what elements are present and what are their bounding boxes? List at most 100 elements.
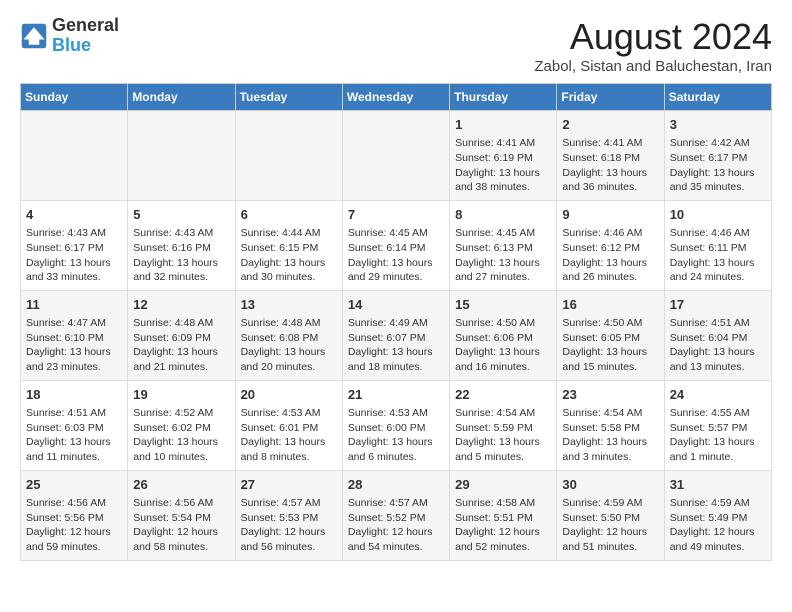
weekday-header-thursday: Thursday xyxy=(450,84,557,111)
calendar-cell: 1 Sunrise: 4:41 AM Sunset: 6:19 PM Daylig… xyxy=(450,111,557,201)
day-info: Sunrise: 4:57 AM Sunset: 5:53 PM Dayligh… xyxy=(241,497,326,553)
day-number: 16 xyxy=(562,296,658,314)
day-number: 23 xyxy=(562,386,658,404)
weekday-header-friday: Friday xyxy=(557,84,664,111)
day-info: Sunrise: 4:53 AM Sunset: 6:01 PM Dayligh… xyxy=(241,407,326,463)
calendar-cell: 10 Sunrise: 4:46 AM Sunset: 6:11 PM Dayli… xyxy=(664,200,771,290)
main-title: August 2024 xyxy=(534,16,772,58)
week-row-5: 25 Sunrise: 4:56 AM Sunset: 5:56 PM Dayli… xyxy=(21,470,772,560)
weekday-header-tuesday: Tuesday xyxy=(235,84,342,111)
day-number: 17 xyxy=(670,296,766,314)
day-info: Sunrise: 4:59 AM Sunset: 5:50 PM Dayligh… xyxy=(562,497,647,553)
day-number: 10 xyxy=(670,206,766,224)
day-number: 12 xyxy=(133,296,229,314)
day-number: 11 xyxy=(26,296,122,314)
day-number: 20 xyxy=(241,386,337,404)
calendar-cell: 28Sunrise: 4:57 AM Sunset: 5:52 PM Dayli… xyxy=(342,470,449,560)
day-number: 25 xyxy=(26,476,122,494)
day-info: Sunrise: 4:46 AM Sunset: 6:11 PM Dayligh… xyxy=(670,227,755,283)
calendar-cell: 15 Sunrise: 4:50 AM Sunset: 6:06 PM Dayli… xyxy=(450,290,557,380)
day-info: Sunrise: 4:53 AM Sunset: 6:00 PM Dayligh… xyxy=(348,407,433,463)
day-number: 5 xyxy=(133,206,229,224)
calendar-cell: 12Sunrise: 4:48 AM Sunset: 6:09 PM Dayli… xyxy=(128,290,235,380)
logo-text: General Blue xyxy=(52,16,119,56)
day-info: Sunrise: 4:51 AM Sunset: 6:03 PM Dayligh… xyxy=(26,407,111,463)
day-number: 8 xyxy=(455,206,551,224)
day-info: Sunrise: 4:41 AM Sunset: 6:19 PM Dayligh… xyxy=(455,137,540,193)
day-number: 13 xyxy=(241,296,337,314)
week-row-3: 11 Sunrise: 4:47 AM Sunset: 6:10 PM Dayli… xyxy=(21,290,772,380)
day-number: 31 xyxy=(670,476,766,494)
day-number: 22 xyxy=(455,386,551,404)
day-info: Sunrise: 4:54 AM Sunset: 5:58 PM Dayligh… xyxy=(562,407,647,463)
day-info: Sunrise: 4:58 AM Sunset: 5:51 PM Dayligh… xyxy=(455,497,540,553)
logo-icon xyxy=(20,22,48,50)
calendar-cell: 20 Sunrise: 4:53 AM Sunset: 6:01 PM Dayli… xyxy=(235,380,342,470)
day-info: Sunrise: 4:46 AM Sunset: 6:12 PM Dayligh… xyxy=(562,227,647,283)
day-number: 21 xyxy=(348,386,444,404)
day-info: Sunrise: 4:48 AM Sunset: 6:08 PM Dayligh… xyxy=(241,317,326,373)
calendar-cell xyxy=(21,111,128,201)
calendar-cell: 22 Sunrise: 4:54 AM Sunset: 5:59 PM Dayli… xyxy=(450,380,557,470)
day-info: Sunrise: 4:47 AM Sunset: 6:10 PM Dayligh… xyxy=(26,317,111,373)
day-number: 15 xyxy=(455,296,551,314)
calendar-cell: 2 Sunrise: 4:41 AM Sunset: 6:18 PM Daylig… xyxy=(557,111,664,201)
day-number: 6 xyxy=(241,206,337,224)
subtitle: Zabol, Sistan and Baluchestan, Iran xyxy=(534,58,772,75)
day-info: Sunrise: 4:42 AM Sunset: 6:17 PM Dayligh… xyxy=(670,137,755,193)
day-info: Sunrise: 4:41 AM Sunset: 6:18 PM Dayligh… xyxy=(562,137,647,193)
calendar-cell: 30 Sunrise: 4:59 AM Sunset: 5:50 PM Dayli… xyxy=(557,470,664,560)
calendar-cell: 21 Sunrise: 4:53 AM Sunset: 6:00 PM Dayli… xyxy=(342,380,449,470)
day-info: Sunrise: 4:45 AM Sunset: 6:14 PM Dayligh… xyxy=(348,227,433,283)
calendar-cell: 18 Sunrise: 4:51 AM Sunset: 6:03 PM Dayli… xyxy=(21,380,128,470)
calendar-cell: 8Sunrise: 4:45 AM Sunset: 6:13 PM Daylig… xyxy=(450,200,557,290)
weekday-header-wednesday: Wednesday xyxy=(342,84,449,111)
calendar-cell: 19 Sunrise: 4:52 AM Sunset: 6:02 PM Dayli… xyxy=(128,380,235,470)
logo: General Blue xyxy=(20,16,119,56)
day-number: 2 xyxy=(562,116,658,134)
day-info: Sunrise: 4:50 AM Sunset: 6:05 PM Dayligh… xyxy=(562,317,647,373)
title-area: August 2024 Zabol, Sistan and Baluchesta… xyxy=(534,16,772,75)
day-number: 28 xyxy=(348,476,444,494)
calendar-cell xyxy=(342,111,449,201)
day-number: 24 xyxy=(670,386,766,404)
day-number: 30 xyxy=(562,476,658,494)
weekday-header-row: SundayMondayTuesdayWednesdayThursdayFrid… xyxy=(21,84,772,111)
week-row-1: 1 Sunrise: 4:41 AM Sunset: 6:19 PM Daylig… xyxy=(21,111,772,201)
day-number: 7 xyxy=(348,206,444,224)
day-info: Sunrise: 4:43 AM Sunset: 6:17 PM Dayligh… xyxy=(26,227,111,283)
day-info: Sunrise: 4:56 AM Sunset: 5:56 PM Dayligh… xyxy=(26,497,111,553)
day-info: Sunrise: 4:43 AM Sunset: 6:16 PM Dayligh… xyxy=(133,227,218,283)
calendar-cell: 6Sunrise: 4:44 AM Sunset: 6:15 PM Daylig… xyxy=(235,200,342,290)
day-number: 3 xyxy=(670,116,766,134)
calendar-cell: 23 Sunrise: 4:54 AM Sunset: 5:58 PM Dayli… xyxy=(557,380,664,470)
day-number: 19 xyxy=(133,386,229,404)
day-number: 9 xyxy=(562,206,658,224)
calendar-cell: 16 Sunrise: 4:50 AM Sunset: 6:05 PM Dayli… xyxy=(557,290,664,380)
calendar-cell: 11 Sunrise: 4:47 AM Sunset: 6:10 PM Dayli… xyxy=(21,290,128,380)
calendar-cell: 14Sunrise: 4:49 AM Sunset: 6:07 PM Dayli… xyxy=(342,290,449,380)
calendar-cell: 7 Sunrise: 4:45 AM Sunset: 6:14 PM Daylig… xyxy=(342,200,449,290)
calendar-cell: 4Sunrise: 4:43 AM Sunset: 6:17 PM Daylig… xyxy=(21,200,128,290)
day-info: Sunrise: 4:54 AM Sunset: 5:59 PM Dayligh… xyxy=(455,407,540,463)
weekday-header-sunday: Sunday xyxy=(21,84,128,111)
calendar-cell: 25 Sunrise: 4:56 AM Sunset: 5:56 PM Dayli… xyxy=(21,470,128,560)
weekday-header-monday: Monday xyxy=(128,84,235,111)
calendar-cell: 9 Sunrise: 4:46 AM Sunset: 6:12 PM Daylig… xyxy=(557,200,664,290)
calendar-cell: 27 Sunrise: 4:57 AM Sunset: 5:53 PM Dayli… xyxy=(235,470,342,560)
day-number: 18 xyxy=(26,386,122,404)
calendar-cell xyxy=(128,111,235,201)
calendar-cell: 26Sunrise: 4:56 AM Sunset: 5:54 PM Dayli… xyxy=(128,470,235,560)
calendar-cell: 31Sunrise: 4:59 AM Sunset: 5:49 PM Dayli… xyxy=(664,470,771,560)
day-number: 1 xyxy=(455,116,551,134)
calendar-cell: 5 Sunrise: 4:43 AM Sunset: 6:16 PM Daylig… xyxy=(128,200,235,290)
week-row-4: 18 Sunrise: 4:51 AM Sunset: 6:03 PM Dayli… xyxy=(21,380,772,470)
calendar-cell: 29Sunrise: 4:58 AM Sunset: 5:51 PM Dayli… xyxy=(450,470,557,560)
day-info: Sunrise: 4:50 AM Sunset: 6:06 PM Dayligh… xyxy=(455,317,540,373)
calendar-cell: 17Sunrise: 4:51 AM Sunset: 6:04 PM Dayli… xyxy=(664,290,771,380)
page-header: General Blue August 2024 Zabol, Sistan a… xyxy=(20,16,772,75)
day-number: 14 xyxy=(348,296,444,314)
calendar-cell xyxy=(235,111,342,201)
day-info: Sunrise: 4:52 AM Sunset: 6:02 PM Dayligh… xyxy=(133,407,218,463)
day-number: 27 xyxy=(241,476,337,494)
